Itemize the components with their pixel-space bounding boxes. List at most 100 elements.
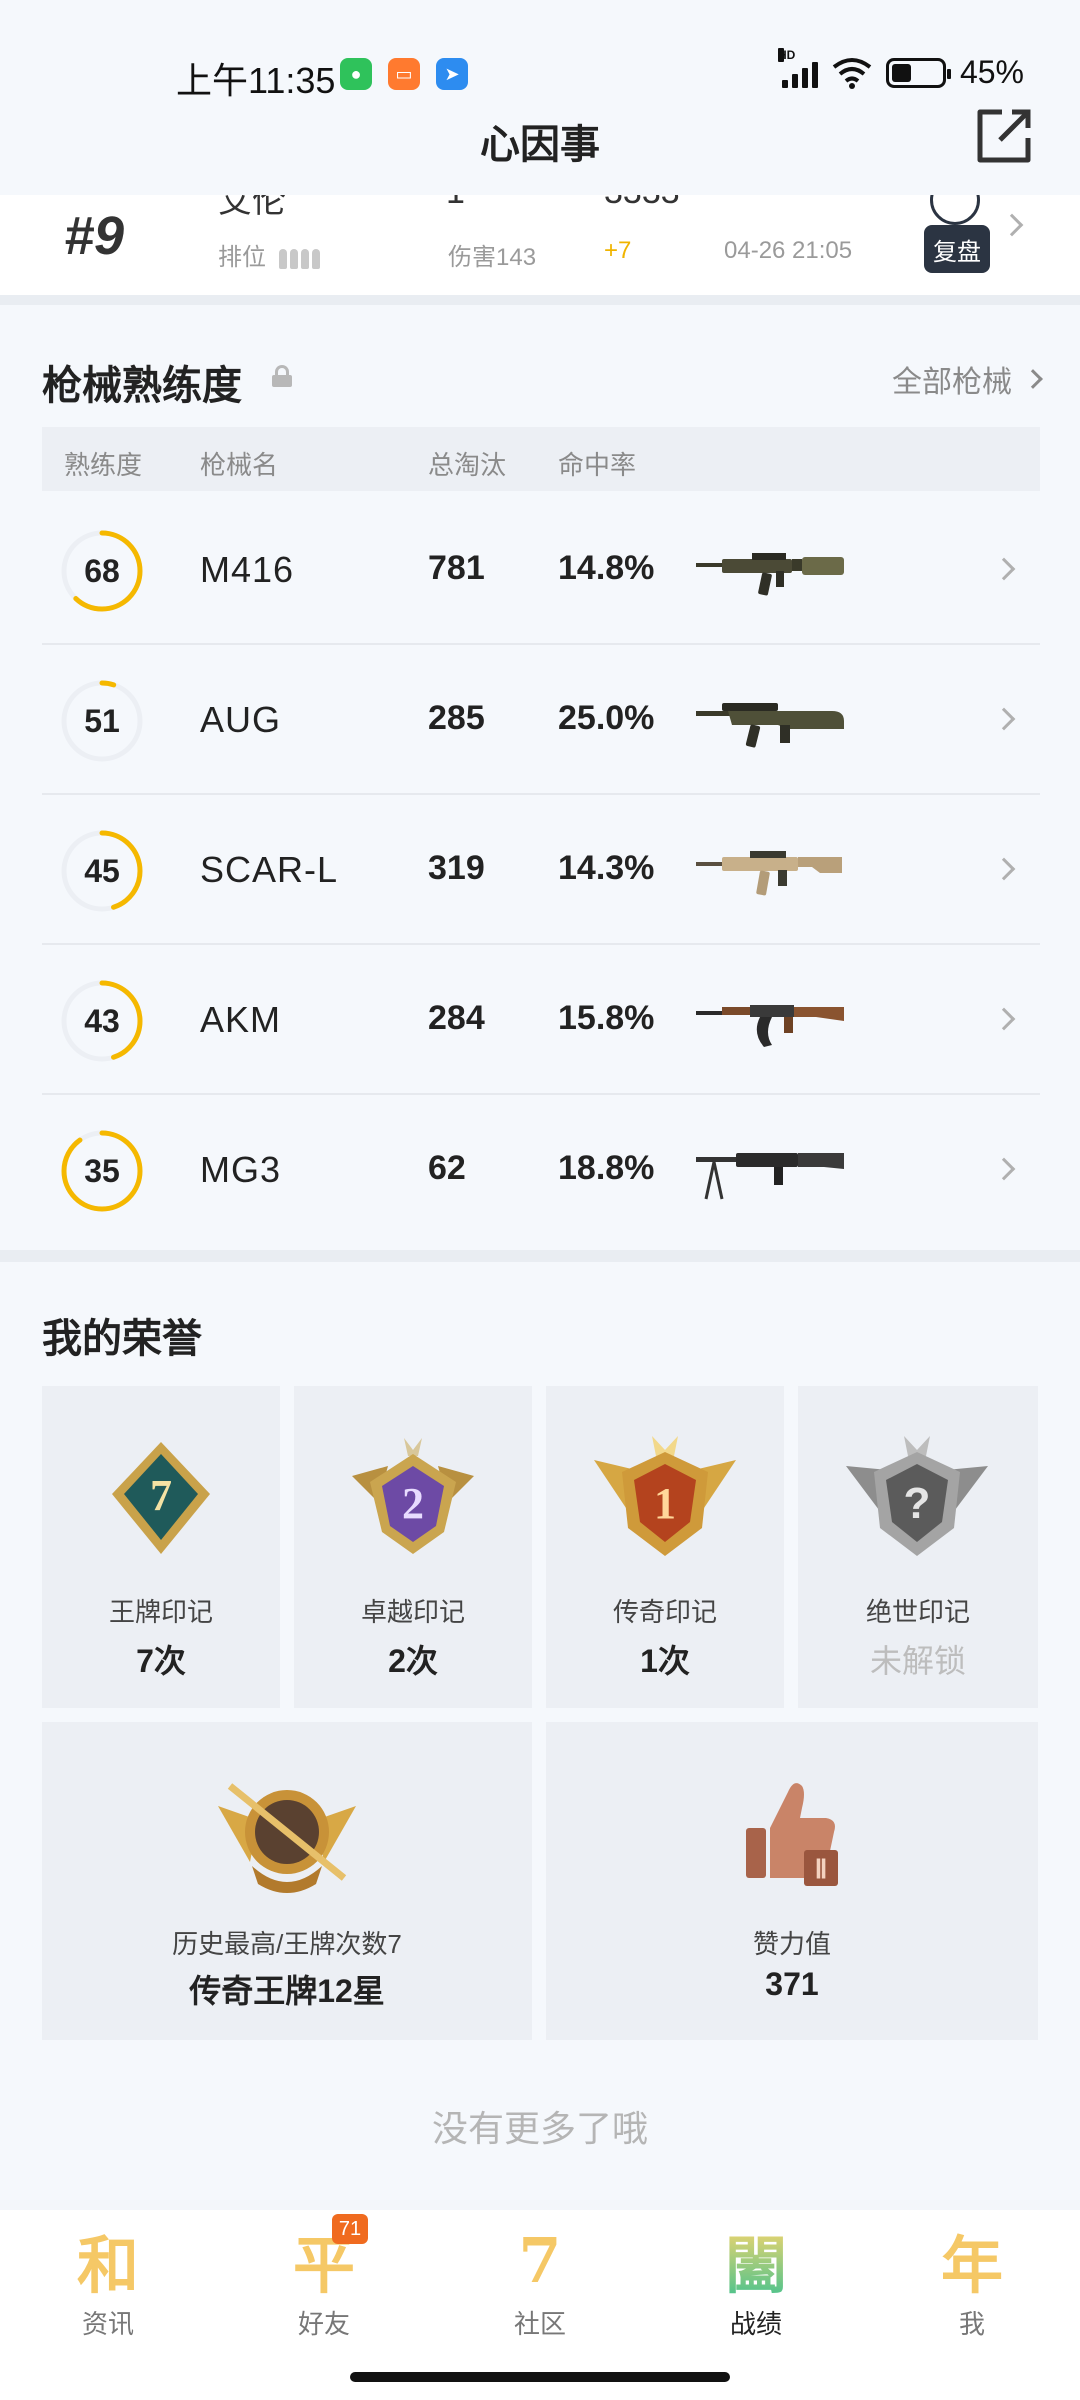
- match-history-row[interactable]: #9 艾伦 1 3333 排位 伤害143 +7 04-26 21:05 复盘: [0, 195, 1080, 295]
- weapon-accuracy: 14.8%: [558, 549, 655, 587]
- home-indicator[interactable]: [350, 2372, 730, 2382]
- status-time: 上午11:35: [176, 60, 336, 101]
- mark-label: 传奇印记: [612, 1597, 717, 1627]
- match-score-partial: 3333: [604, 195, 680, 212]
- legend-mark-badge-icon: 1: [594, 1436, 736, 1556]
- nav-label: 社区: [513, 2309, 566, 2339]
- akm-rifle-icon: [696, 1005, 844, 1047]
- ace-mark-card[interactable]: 7 王牌印记 7次: [42, 1386, 280, 1708]
- nav-item-news[interactable]: 和 资讯: [38, 2220, 178, 2341]
- match-datetime: 04-26 21:05: [724, 237, 853, 264]
- ace-mark-number: 7: [150, 1471, 172, 1520]
- nav-item-friends[interactable]: 平 71 好友: [254, 2214, 394, 2341]
- weapon-kills: 319: [428, 849, 485, 887]
- best-rank-label: 历史最高/王牌次数7: [172, 1929, 402, 1959]
- weapon-kills: 284: [428, 999, 485, 1037]
- mark-label: 卓越印记: [360, 1597, 465, 1627]
- match-score-change: +7: [604, 237, 632, 264]
- weapon-kills: 781: [428, 549, 485, 587]
- peerless-mark-card[interactable]: ? 绝世印记 未解锁: [798, 1386, 1038, 1708]
- weapon-kills: 285: [428, 699, 485, 737]
- likes-card[interactable]: Ⅱ 赞力值 371: [546, 1722, 1038, 2040]
- nav-item-records[interactable]: 闔 战绩: [686, 2220, 826, 2341]
- notification-icons: ● ▭ ➤: [340, 58, 468, 90]
- col-total-kills: 总淘汰: [428, 450, 507, 480]
- weapon-name: MG3: [200, 1149, 282, 1190]
- nav-item-me[interactable]: 年 我: [902, 2220, 1042, 2341]
- match-map-partial: 艾伦: [218, 195, 286, 220]
- excellent-mark-number: 2: [402, 1479, 424, 1528]
- col-accuracy: 命中率: [558, 450, 637, 480]
- peerless-mark-badge-icon: ?: [846, 1436, 988, 1556]
- weapon-section-title: 枪械熟练度: [42, 364, 242, 408]
- proficiency-level: 45: [84, 852, 120, 889]
- likes-label: 赞力值: [752, 1929, 831, 1959]
- wifi-icon: [832, 57, 872, 89]
- mark-count: 2次: [388, 1643, 438, 1679]
- honors-title: 我的荣誉: [42, 1317, 202, 1361]
- weapon-accuracy: 18.8%: [558, 1149, 655, 1187]
- app-notification-icon: ➤: [436, 58, 468, 90]
- weapon-proficiency-section: 枪械熟练度 全部枪械 熟练度 枪械名 总淘汰 命中率 68 M416 781 1…: [0, 305, 1080, 1250]
- nav-label: 好友: [297, 2309, 350, 2339]
- nav-label: 资讯: [81, 2309, 134, 2339]
- excellent-mark-badge-icon: 2: [352, 1438, 474, 1554]
- match-rank: #9: [64, 206, 125, 266]
- section-divider: [0, 1250, 1080, 1262]
- chevron-right-icon: [992, 557, 1016, 581]
- weapon-row[interactable]: 35 MG3 62 18.8%: [42, 1095, 1040, 1245]
- proficiency-level: 35: [84, 1152, 120, 1189]
- match-kills-partial: 1: [446, 195, 465, 212]
- excellent-mark-card[interactable]: 2 卓越印记 2次: [294, 1386, 532, 1708]
- weapon-table-header: 熟练度 枪械名 总淘汰 命中率: [42, 427, 1040, 491]
- weapon-row[interactable]: 43 AKM 284 15.8%: [42, 945, 1040, 1095]
- nav-label: 我: [958, 2309, 985, 2339]
- weapon-row[interactable]: 68 M416 781 14.8%: [42, 495, 1040, 645]
- replay-button[interactable]: 复盘: [924, 225, 990, 273]
- best-rank-card[interactable]: 历史最高/王牌次数7 传奇王牌12星: [42, 1722, 532, 2040]
- battery-percent: 45%: [959, 54, 1024, 90]
- weapon-name: AKM: [200, 999, 282, 1040]
- records-nav-icon: 闔: [716, 2220, 796, 2302]
- battery-icon: [885, 57, 951, 88]
- chevron-right-icon: [992, 857, 1016, 881]
- nav-label: 战绩: [729, 2309, 782, 2339]
- community-nav-icon: 7: [518, 2223, 562, 2297]
- chevron-right-icon: [1023, 369, 1043, 389]
- aug-rifle-icon: [696, 703, 844, 748]
- all-weapons-link[interactable]: 全部枪械: [892, 357, 1043, 401]
- weapon-name: AUG: [200, 699, 282, 740]
- chevron-right-icon: [992, 707, 1016, 731]
- all-weapons-label: 全部枪械: [892, 366, 1012, 399]
- legend-mark-card[interactable]: 1 传奇印记 1次: [546, 1386, 784, 1708]
- svg-text:Ⅱ: Ⅱ: [815, 1855, 828, 1884]
- me-nav-icon: 年: [940, 2229, 1003, 2302]
- app-header: 心因事: [0, 100, 1080, 200]
- mg3-machine-gun-icon: [696, 1153, 844, 1200]
- legend-ace-badge-icon: [218, 1783, 356, 1893]
- network-type: HD: [777, 47, 796, 62]
- weapon-row[interactable]: 45 SCAR-L 319 14.3%: [42, 795, 1040, 945]
- weapon-row[interactable]: 51 AUG 285 25.0%: [42, 645, 1040, 795]
- proficiency-level: 43: [84, 1002, 120, 1039]
- match-mode: 排位: [218, 237, 320, 272]
- match-damage: 伤害143: [448, 244, 537, 271]
- nav-item-community[interactable]: 7 社区: [470, 2220, 610, 2341]
- news-nav-icon: 和: [76, 2229, 139, 2302]
- taobao-icon: ▭: [388, 58, 420, 90]
- weapon-name: SCAR-L: [200, 849, 339, 890]
- match-mode-label: 排位: [218, 244, 266, 271]
- ace-mark-badge-icon: 7: [112, 1442, 210, 1554]
- end-of-list-text: 没有更多了哦: [431, 2108, 648, 2149]
- share-icon[interactable]: [972, 104, 1036, 168]
- weapon-name: M416: [200, 549, 295, 590]
- peerless-mark-symbol: ?: [904, 1479, 931, 1528]
- weapon-accuracy: 14.3%: [558, 849, 655, 887]
- mark-count: 1次: [640, 1643, 690, 1679]
- wechat-icon: ●: [340, 58, 372, 90]
- replay-play-icon: [930, 195, 980, 225]
- thumbs-up-icon: Ⅱ: [746, 1783, 838, 1886]
- page-title: 心因事: [480, 123, 600, 167]
- squad-icon: [278, 248, 320, 269]
- mark-count: 未解锁: [869, 1643, 966, 1679]
